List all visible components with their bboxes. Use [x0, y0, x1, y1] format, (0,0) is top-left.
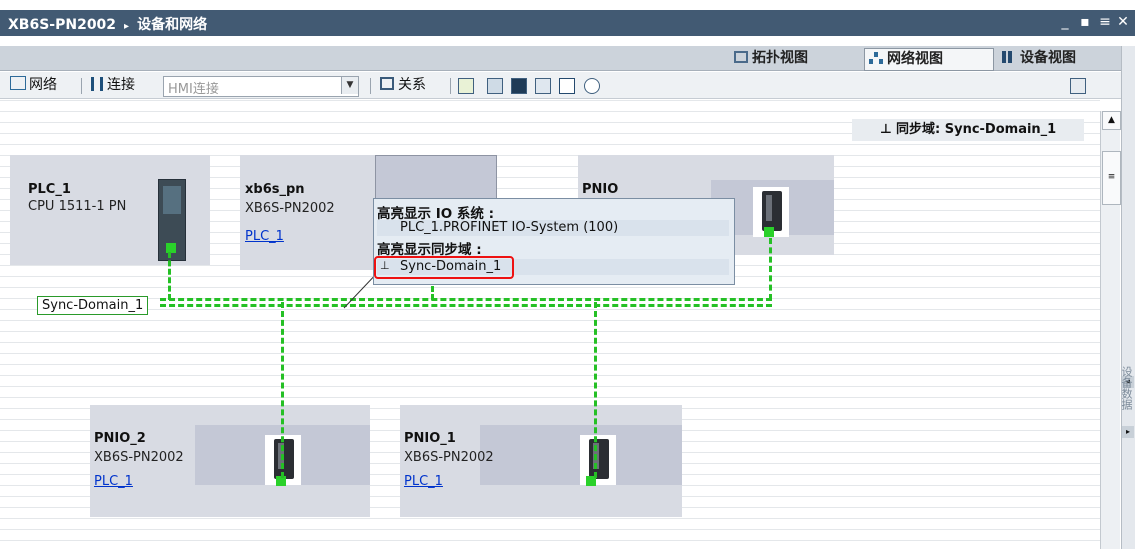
restore-button[interactable]: ▪ [1076, 13, 1094, 31]
network-mode-icon [10, 76, 26, 90]
device-pnio-2[interactable]: PNIO_2 XB6S-PN2002 PLC_1 [90, 405, 370, 517]
port-interconnection-icon[interactable] [487, 78, 503, 94]
assign-name-icon[interactable] [458, 78, 474, 94]
device-name: xb6s_pn [245, 182, 305, 197]
chevron-down-icon[interactable]: ▼ [341, 77, 358, 94]
vertical-scrollbar[interactable]: ▲ ≡ [1100, 111, 1121, 549]
side-panel-strip[interactable]: ◂ 设备数据 ▸ [1120, 46, 1135, 549]
project-name: XB6S-PN2002 [8, 17, 117, 33]
profinet-subnet-line[interactable] [160, 304, 772, 311]
topology-icon [734, 51, 748, 63]
tab-label: 网络视图 [887, 51, 943, 67]
breadcrumb-separator-icon: ▸ [124, 21, 130, 32]
device-plc-1[interactable]: PLC_1 CPU 1511-1 PN [10, 155, 210, 265]
connections-label: 连接 [107, 77, 135, 93]
bus-segment [281, 302, 288, 478]
minimize-button[interactable]: _ [1056, 13, 1074, 31]
toolbar-divider [81, 78, 82, 94]
io-system-heading: 高亮显示 IO 系统 : [377, 206, 494, 222]
sync-domain-label[interactable]: Sync-Domain_1 [37, 296, 149, 315]
menu-button[interactable]: ≡ [1096, 13, 1114, 31]
device-icon [1002, 51, 1016, 63]
io-controller-link[interactable]: PLC_1 [245, 229, 284, 244]
grid-icon[interactable] [535, 78, 551, 94]
tab-device-view[interactable]: 设备视图 [998, 48, 1120, 69]
io-controller-link[interactable]: PLC_1 [94, 474, 133, 489]
device-type: CPU 1511-1 PN [28, 199, 127, 214]
connections-mode-button[interactable]: 连接 [91, 76, 135, 94]
relations-icon [380, 77, 394, 90]
device-name: PNIO_1 [404, 431, 456, 446]
tab-topology-view[interactable]: 拓扑视图 [730, 48, 840, 69]
pin-icon: ⊥ [880, 122, 892, 137]
device-name: PNIO_2 [94, 431, 146, 446]
io-system-item[interactable]: PLC_1.PROFINET IO-System (100) [377, 220, 729, 236]
table-view-icon[interactable] [511, 78, 527, 94]
connections-icon [91, 77, 103, 91]
tab-label: 设备视图 [1020, 50, 1076, 66]
toolbar-divider [450, 78, 451, 94]
close-button[interactable]: ✕ [1114, 13, 1132, 31]
network-icon [869, 52, 883, 64]
profinet-port-icon[interactable] [764, 227, 774, 237]
device-pnio-1[interactable]: PNIO_1 XB6S-PN2002 PLC_1 [400, 405, 682, 517]
toolbar-divider [370, 78, 371, 94]
device-type: XB6S-PN2002 [245, 201, 335, 216]
save-layout-icon[interactable] [1070, 78, 1086, 94]
page-icon[interactable] [559, 78, 575, 94]
bus-segment [769, 238, 776, 300]
sync-domain-heading: 高亮显示同步域 : [377, 242, 482, 258]
connection-type-value: HMI连接 [168, 82, 219, 97]
scroll-thumb[interactable]: ≡ [1102, 151, 1121, 205]
connection-type-dropdown[interactable]: HMI连接 ▼ [163, 76, 359, 97]
side-panel-label: 设备数据 [1120, 366, 1133, 410]
view-tabs-bar: 拓扑视图 网络视图 设备视图 [0, 46, 1135, 71]
io-controller-link[interactable]: PLC_1 [404, 474, 443, 489]
device-type: XB6S-PN2002 [404, 450, 494, 465]
section-title: 设备和网络 [137, 17, 208, 33]
cpu-display [163, 186, 181, 214]
device-name: PLC_1 [28, 182, 71, 197]
bus-segment [594, 302, 601, 478]
network-mode-button[interactable]: 网络 [10, 76, 57, 94]
highlight-box [374, 256, 514, 279]
device-name: PNIO [582, 182, 619, 197]
device-type: XB6S-PN2002 [94, 450, 184, 465]
zoom-icon[interactable] [584, 78, 600, 94]
tab-network-view[interactable]: 网络视图 [864, 48, 994, 71]
sync-domain-indicator: ⊥ 同步域: Sync-Domain_1 [852, 119, 1084, 141]
relations-button[interactable]: 关系 [380, 76, 426, 94]
breadcrumb: XB6S-PN2002 ▸ 设备和网络 [8, 14, 207, 34]
network-mode-label: 网络 [29, 77, 57, 93]
tab-label: 拓扑视图 [752, 50, 808, 66]
sync-domain-header-value: Sync-Domain_1 [944, 122, 1057, 137]
network-toolbar: 网络 连接 HMI连接 ▼ 关系 [0, 72, 1135, 99]
window-titlebar: XB6S-PN2002 ▸ 设备和网络 _ ▪ ≡ ✕ [0, 10, 1135, 36]
io-system-value: PLC_1.PROFINET IO-System (100) [400, 220, 619, 235]
relations-label: 关系 [398, 77, 426, 93]
scroll-up-button[interactable]: ▲ [1102, 111, 1121, 130]
sync-domain-header-label: 同步域: [896, 122, 941, 137]
expand-panel-icon[interactable]: ▸ [1122, 426, 1134, 438]
bus-segment [168, 252, 175, 300]
